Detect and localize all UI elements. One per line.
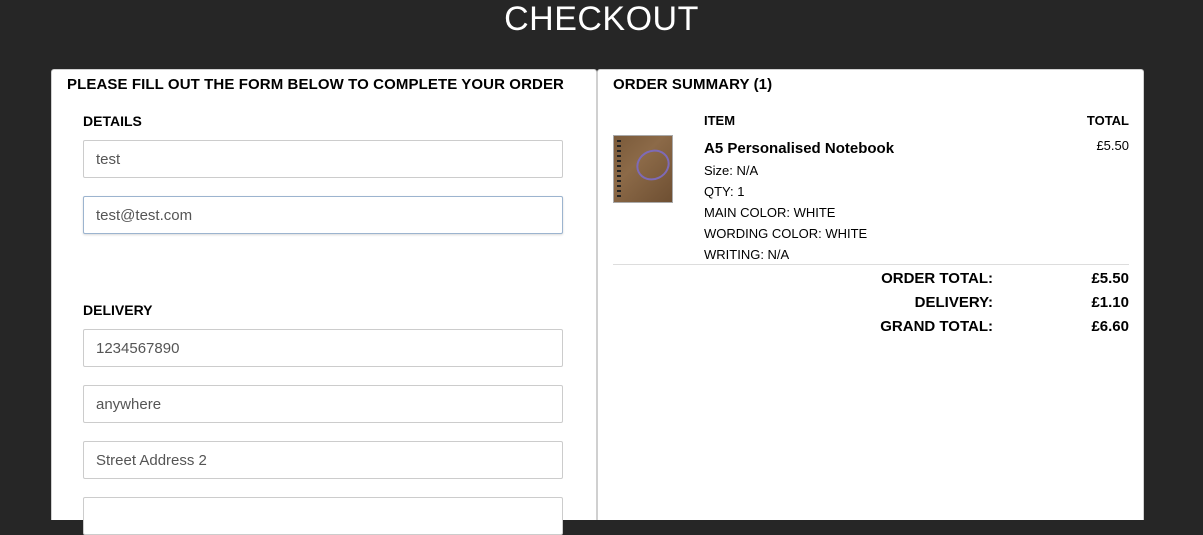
item-price: £5.50 bbox=[1096, 138, 1129, 153]
order-total-label: ORDER TOTAL: bbox=[881, 270, 993, 287]
street-address-2-field[interactable] bbox=[83, 441, 563, 479]
grand-total-value: £6.60 bbox=[1091, 318, 1129, 335]
delivery-total-value: £1.10 bbox=[1091, 294, 1129, 311]
form-heading: PLEASE FILL OUT THE FORM BELOW TO COMPLE… bbox=[67, 76, 564, 93]
details-section-label: DETAILS bbox=[83, 113, 142, 129]
total-column-header: TOTAL bbox=[1086, 113, 1129, 128]
name-field[interactable] bbox=[83, 140, 563, 178]
summary-divider bbox=[613, 264, 1129, 265]
order-total-value: £5.50 bbox=[1091, 270, 1129, 287]
item-writing: WRITING: N/A bbox=[704, 247, 790, 262]
page-title: CHECKOUT bbox=[504, 0, 699, 38]
checkout-form-panel: PLEASE FILL OUT THE FORM BELOW TO COMPLE… bbox=[51, 69, 597, 535]
grand-total-label: GRAND TOTAL: bbox=[880, 318, 993, 335]
delivery-section-label: DELIVERY bbox=[83, 302, 153, 318]
summary-heading: ORDER SUMMARY (1) bbox=[613, 76, 773, 93]
delivery-total-label: DELIVERY: bbox=[914, 294, 993, 311]
spiral-binding bbox=[617, 140, 621, 198]
notebook-writing-mark bbox=[631, 144, 675, 186]
item-main-color: MAIN COLOR: WHITE bbox=[704, 205, 836, 220]
item-column-header: ITEM bbox=[704, 113, 736, 128]
street-address-1-field[interactable] bbox=[83, 385, 563, 423]
email-field[interactable] bbox=[83, 196, 563, 234]
order-summary-panel: ORDER SUMMARY (1) ITEM TOTAL A5 Personal… bbox=[597, 69, 1144, 520]
city-field[interactable] bbox=[83, 497, 563, 535]
item-qty: QTY: 1 bbox=[704, 184, 745, 199]
item-size: Size: N/A bbox=[704, 163, 759, 178]
item-name: A5 Personalised Notebook bbox=[704, 140, 895, 157]
item-wording-color: WORDING COLOR: WHITE bbox=[704, 226, 868, 241]
phone-field[interactable] bbox=[83, 329, 563, 367]
notebook-image-icon bbox=[613, 135, 675, 203]
